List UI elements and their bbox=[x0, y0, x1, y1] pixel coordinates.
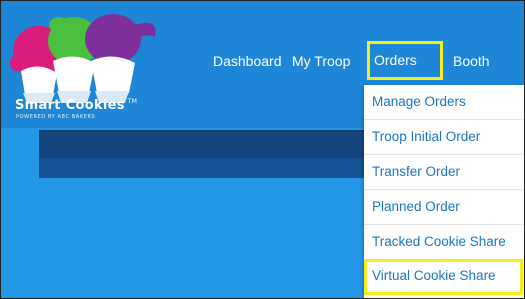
brand-tagline: POWERED BY ABC BAKERS bbox=[16, 114, 96, 120]
menu-item-planned-order[interactable]: Planned Order bbox=[364, 190, 523, 225]
menu-item-virtual-cookie-share[interactable]: Virtual Cookie Share bbox=[364, 259, 523, 295]
nav-orders[interactable]: Orders bbox=[367, 41, 443, 80]
menu-item-tracked-cookie-share[interactable]: Tracked Cookie Share bbox=[364, 225, 523, 260]
nav-dashboard[interactable]: Dashboard bbox=[213, 51, 282, 71]
nav-booth[interactable]: Booth bbox=[453, 51, 490, 71]
nav-my-troop[interactable]: My Troop bbox=[292, 51, 350, 71]
menu-item-transfer-order[interactable]: Transfer Order bbox=[364, 155, 523, 190]
app-frame: Smart Cookies TM POWERED BY ABC BAKERS Da… bbox=[0, 0, 525, 299]
menu-item-troop-initial-order[interactable]: Troop Initial Order bbox=[364, 120, 523, 155]
orders-dropdown-menu: Manage Orders Troop Initial Order Transf… bbox=[364, 85, 524, 298]
menu-item-manage-orders[interactable]: Manage Orders bbox=[364, 85, 523, 120]
brand-name: Smart Cookies TM bbox=[15, 98, 138, 113]
